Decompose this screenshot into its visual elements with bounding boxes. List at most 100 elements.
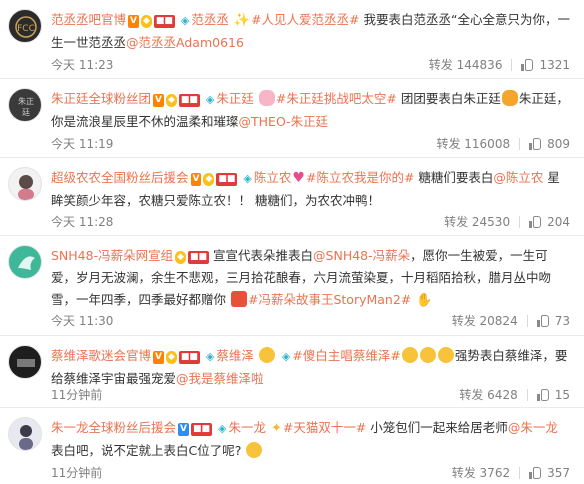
gift-emoji-icon — [230, 291, 247, 307]
post-time[interactable]: 今天 11:28 — [51, 214, 113, 230]
post-body-text: 宣宣代表朵推表白 — [209, 248, 314, 263]
like-button[interactable]: 73 — [536, 313, 570, 329]
user-name[interactable]: 超级农农全国粉丝后援会 — [51, 170, 189, 185]
verified-badge: V — [153, 94, 164, 107]
user-name[interactable]: SNH48-冯薪朵网宣组 — [51, 248, 173, 263]
like-button[interactable]: 357 — [529, 465, 570, 481]
post-actions: 转发 3762 357 — [452, 465, 570, 481]
svg-text:FCC: FCC — [17, 24, 35, 34]
post-time[interactable]: 11分钟前 — [51, 465, 102, 481]
super-topic-link[interactable]: 朱一龙 — [228, 420, 266, 435]
super-topic-link[interactable]: 朱正廷 — [216, 91, 254, 106]
avatar[interactable] — [8, 417, 42, 451]
post-text: 朱一龙全球粉丝后援会 V ■■ ◈ 朱一龙 ✦#天猫双十一# 小笼包们一起来给居老师@朱… — [51, 417, 570, 462]
like-count: 15 — [554, 388, 570, 402]
feed-post: 超级农农全国粉丝后援会 V ◆ ■■ ◈ 陈立农♥#陈立农我是你的# 糖糖们要表白@陈立农… — [0, 158, 584, 236]
like-button[interactable]: 204 — [529, 214, 570, 230]
member-badge: ■■ — [216, 173, 238, 186]
level-badge: ◆ — [203, 173, 215, 186]
post-time[interactable]: 今天 11:19 — [51, 136, 113, 152]
post-actions: 转发 116008 809 — [436, 136, 570, 152]
surprised-emoji-icon — [246, 442, 263, 458]
level-badge: ◆ — [140, 15, 152, 28]
avatar[interactable] — [8, 345, 42, 379]
repost-button[interactable]: 转发 24530 — [444, 214, 510, 230]
user-name[interactable]: 朱一龙全球粉丝后援会 — [51, 420, 176, 435]
like-button[interactable]: 15 — [536, 387, 570, 403]
mention-link[interactable]: @范丞丞Adam0616 — [126, 35, 244, 50]
repost-button[interactable]: 转发 116008 — [436, 136, 510, 152]
hashtag-link[interactable]: #天猫双十一# — [283, 420, 366, 435]
super-topic-link[interactable]: 蔡维泽 — [216, 348, 254, 363]
mention-link[interactable]: @朱一龙 — [508, 420, 558, 435]
post-body-text: 小笼包们一起来给居老师 — [366, 420, 508, 435]
repost-button[interactable]: 转发 20824 — [452, 313, 518, 329]
repost-button[interactable]: 转发 144836 — [429, 57, 503, 73]
verified-badge: V — [178, 423, 189, 436]
smile-emoji-icon — [401, 347, 418, 363]
mention-link[interactable]: @THEO-朱正廷 — [239, 114, 329, 129]
post-text: 超级农农全国粉丝后援会 V ◆ ■■ ◈ 陈立农♥#陈立农我是你的# 糖糖们要表白@陈立农… — [51, 167, 570, 212]
member-badge: ■■ — [188, 251, 210, 264]
pig-emoji-icon — [258, 90, 275, 106]
super-topic-link[interactable]: 陈立农 — [254, 170, 292, 185]
post-body-text: 表白吧，说不定就上表白C位了呢? — [51, 443, 242, 458]
feed-post: FCC 范丞丞吧官博 V ◆ ■■ ◈ 范丞丞 ✨#人见人爱范丞丞# 我要表白范丞丞“全心… — [0, 0, 584, 79]
like-button[interactable]: 809 — [529, 136, 570, 152]
post-text: 朱正廷全球粉丝团 V ◆ ■■ ◈ 朱正廷 #朱正廷挑战吧太空# 团团要表白朱正廷 朱正廷，… — [51, 88, 570, 133]
user-name[interactable]: 范丞丞吧官博 — [51, 12, 126, 27]
hashtag-link[interactable]: #陈立农我是你的# — [306, 170, 414, 185]
thumbs-up-icon — [536, 389, 550, 401]
hashtag-link[interactable]: #傻白主唱蔡维泽# — [292, 348, 400, 363]
thumbs-up-icon — [536, 315, 550, 327]
thumbs-up-icon — [529, 216, 542, 228]
super-topic-icon: ◈ — [218, 422, 227, 435]
super-topic-icon: ◈ — [180, 14, 190, 27]
repost-button[interactable]: 转发 6428 — [459, 387, 517, 403]
repost-button[interactable]: 转发 3762 — [452, 465, 510, 481]
divider — [511, 59, 513, 71]
avatar[interactable]: FCC — [8, 9, 42, 43]
hashtag-link[interactable]: #冯薪朵故事王StoryMan2# — [248, 292, 411, 307]
sparkle-emoji-icon: ✨ — [233, 13, 251, 28]
post-time[interactable]: 今天 11:23 — [51, 57, 113, 73]
avatar[interactable]: 朱正廷 — [8, 88, 42, 122]
avatar[interactable] — [8, 167, 42, 201]
svg-text:朱正: 朱正 — [18, 96, 34, 106]
post-text: 蔡维泽歌迷会官博 V ◆ ■■ ◈ 蔡维泽 ◈ #傻白主唱蔡维泽# 强势表白蔡维泽，要给蔡维泽… — [51, 345, 570, 390]
post-time[interactable]: 今天 11:30 — [51, 313, 113, 329]
svg-text:廷: 廷 — [22, 107, 30, 117]
member-badge: ■■ — [153, 15, 175, 28]
post-text: SNH48-冯薪朵网宣组 ◆ ■■ 宣宣代表朵推表白@SNH48-冯薪朵，愿你一生被… — [51, 245, 570, 312]
repost-count: 144836 — [456, 58, 503, 72]
post-actions: 转发 20824 73 — [452, 313, 570, 329]
repost-label: 转发 — [444, 215, 469, 229]
super-topic-icon: ◈ — [243, 172, 252, 185]
repost-label: 转发 — [459, 388, 484, 402]
mention-link[interactable]: @我是蔡维泽啦 — [176, 371, 264, 386]
avatar[interactable] — [8, 245, 42, 279]
hashtag-link[interactable]: #人见人爱范丞丞# — [251, 12, 359, 27]
repost-count: 6428 — [487, 388, 518, 402]
user-name[interactable]: 蔡维泽歌迷会官博 — [51, 348, 151, 363]
like-count: 204 — [547, 215, 570, 229]
thumbs-up-icon — [529, 467, 542, 479]
member-badge: ■■ — [190, 423, 212, 436]
post-time[interactable]: 11分钟前 — [51, 387, 102, 403]
post-body-text: 团团要表白朱正廷 — [396, 91, 501, 106]
user-name[interactable]: 朱正廷全球粉丝团 — [51, 91, 151, 106]
post-actions: 转发 144836 1321 — [429, 57, 570, 73]
like-count: 1321 — [539, 58, 570, 72]
divider — [526, 315, 528, 327]
post-actions: 转发 24530 204 — [444, 214, 570, 230]
like-button[interactable]: 1321 — [521, 57, 570, 73]
verified-badge: V — [190, 173, 202, 186]
hashtag-link[interactable]: #朱正廷挑战吧太空# — [276, 91, 397, 106]
divider — [519, 216, 521, 228]
smile-emoji-icon — [258, 347, 275, 363]
wand-emoji-icon: ✦ — [270, 421, 282, 436]
mention-link[interactable]: @陈立农 — [493, 170, 543, 185]
level-badge: ◆ — [165, 94, 177, 107]
mention-link[interactable]: @SNH48-冯薪朵 — [313, 248, 410, 263]
super-topic-link[interactable]: 范丞丞 — [191, 12, 229, 27]
